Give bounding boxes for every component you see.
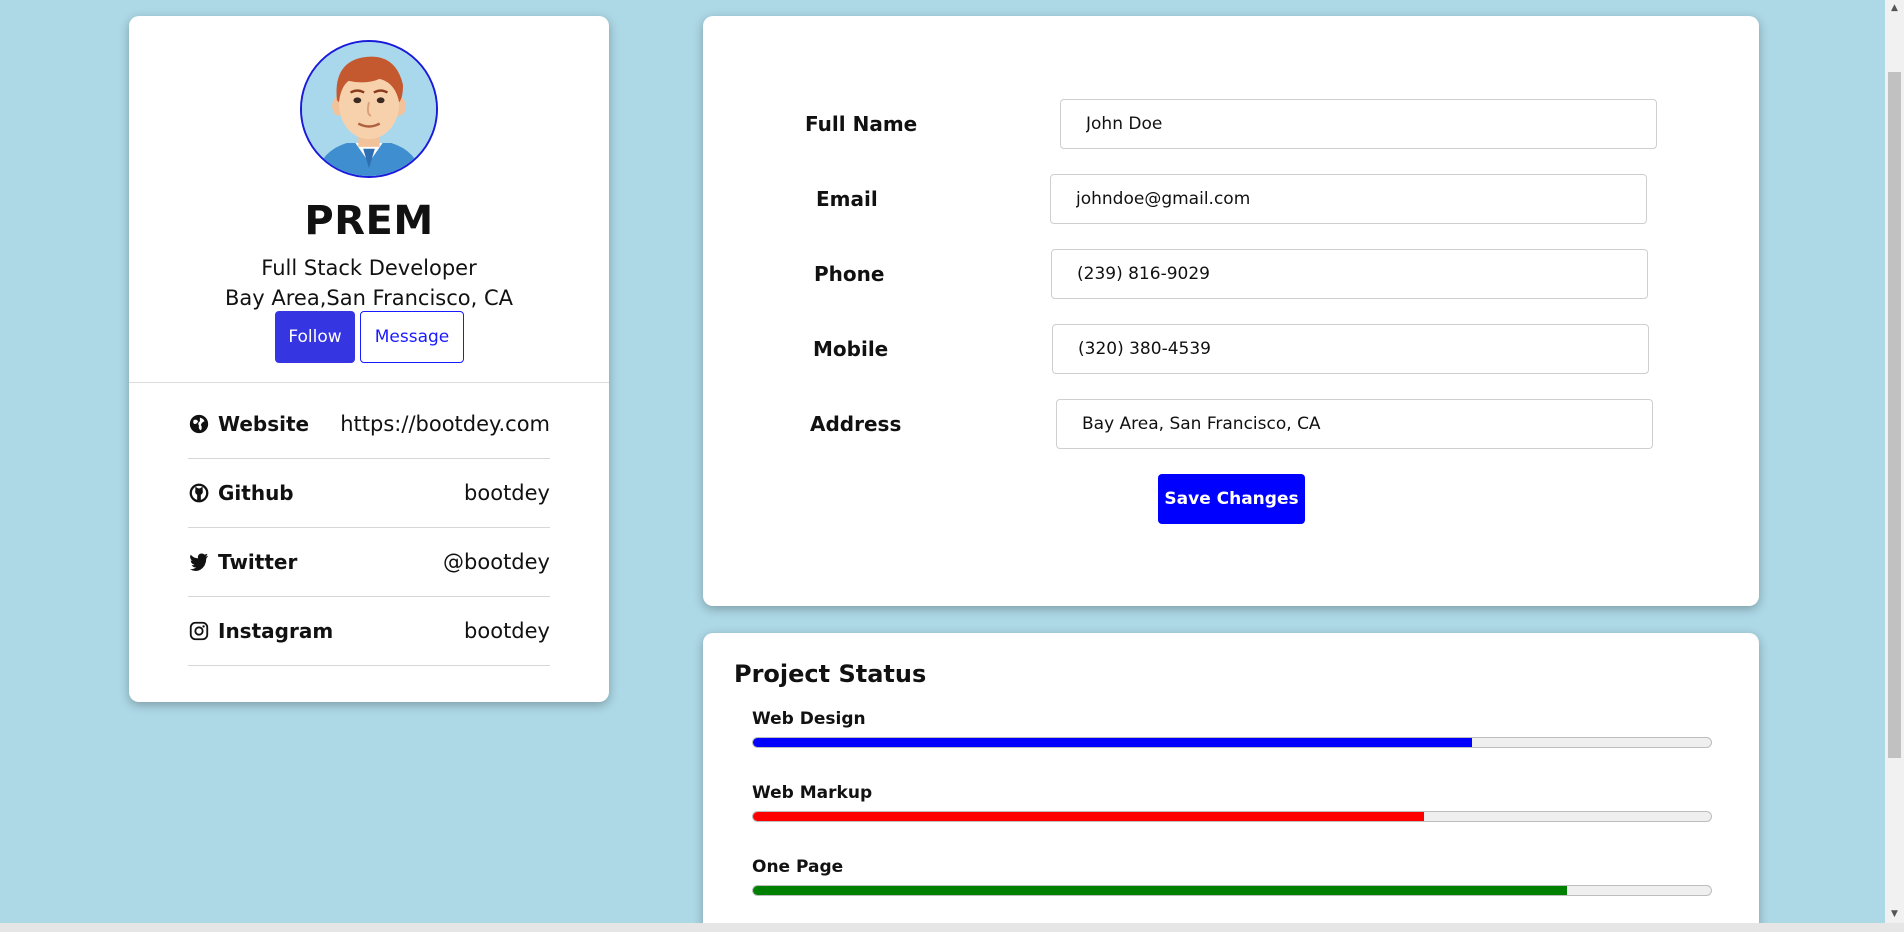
link-value[interactable]: bootdey xyxy=(464,619,550,643)
globe-icon xyxy=(188,413,210,435)
email-label: Email xyxy=(816,187,878,211)
link-label: Twitter xyxy=(218,550,298,574)
progress-bar-one-page xyxy=(752,885,1712,896)
mobile-label: Mobile xyxy=(813,337,889,361)
twitter-icon xyxy=(188,551,210,573)
phone-label: Phone xyxy=(814,262,885,286)
follow-button[interactable]: Follow xyxy=(275,311,355,363)
project-status-card: Project Status Web Design Web Markup One… xyxy=(703,633,1759,932)
project-status-title: Project Status xyxy=(734,660,927,688)
message-button[interactable]: Message xyxy=(360,311,464,363)
progress-bar-web-markup xyxy=(752,811,1712,822)
instagram-icon xyxy=(188,620,210,642)
profile-role: Full Stack Developer xyxy=(261,256,477,280)
scroll-down-arrow-icon[interactable]: ▼ xyxy=(1885,906,1904,923)
full-name-label: Full Name xyxy=(805,112,918,136)
progress-label: Web Design xyxy=(752,709,866,729)
save-changes-button[interactable]: Save Changes xyxy=(1158,474,1305,524)
full-name-input[interactable] xyxy=(1060,99,1657,149)
mobile-input[interactable] xyxy=(1052,324,1649,374)
link-label: Github xyxy=(218,481,294,505)
link-row-website[interactable]: Website https://bootdey.com xyxy=(188,390,550,459)
profile-card: PREM Full Stack Developer Bay Area,San F… xyxy=(129,16,609,702)
profile-location: Bay Area,San Francisco, CA xyxy=(224,286,514,310)
link-label: Website xyxy=(218,412,310,436)
horizontal-scrollbar[interactable] xyxy=(0,923,1904,932)
link-row-twitter[interactable]: Twitter @bootdey xyxy=(188,528,550,597)
card-divider xyxy=(129,382,609,383)
address-input[interactable] xyxy=(1056,399,1653,449)
progress-label: Web Markup xyxy=(752,783,873,803)
progress-label: One Page xyxy=(752,857,844,877)
link-value[interactable]: @bootdey xyxy=(443,550,550,574)
progress-fill xyxy=(753,812,1424,821)
email-input[interactable] xyxy=(1050,174,1647,224)
github-icon xyxy=(188,482,210,504)
progress-fill xyxy=(753,886,1568,895)
social-links-list: Website https://bootdey.com Github bootd… xyxy=(188,390,550,666)
avatar xyxy=(300,40,438,178)
profile-form-card: Full Name Email Phone Mobile Address Sav… xyxy=(703,16,1759,606)
progress-bar-web-design xyxy=(752,737,1712,748)
address-label: Address xyxy=(810,412,902,436)
cartoon-man-avatar-icon xyxy=(302,42,436,176)
scrollbar-thumb[interactable] xyxy=(1888,72,1901,758)
link-value[interactable]: bootdey xyxy=(464,481,550,505)
scroll-up-arrow-icon[interactable]: ▲ xyxy=(1885,0,1904,17)
link-label: Instagram xyxy=(218,619,334,643)
link-value[interactable]: https://bootdey.com xyxy=(340,412,550,436)
progress-fill xyxy=(753,738,1472,747)
link-row-github[interactable]: Github bootdey xyxy=(188,459,550,528)
profile-name: PREM xyxy=(304,198,434,244)
vertical-scrollbar[interactable]: ▲ ▼ xyxy=(1885,0,1904,923)
link-row-instagram[interactable]: Instagram bootdey xyxy=(188,597,550,666)
phone-input[interactable] xyxy=(1051,249,1648,299)
